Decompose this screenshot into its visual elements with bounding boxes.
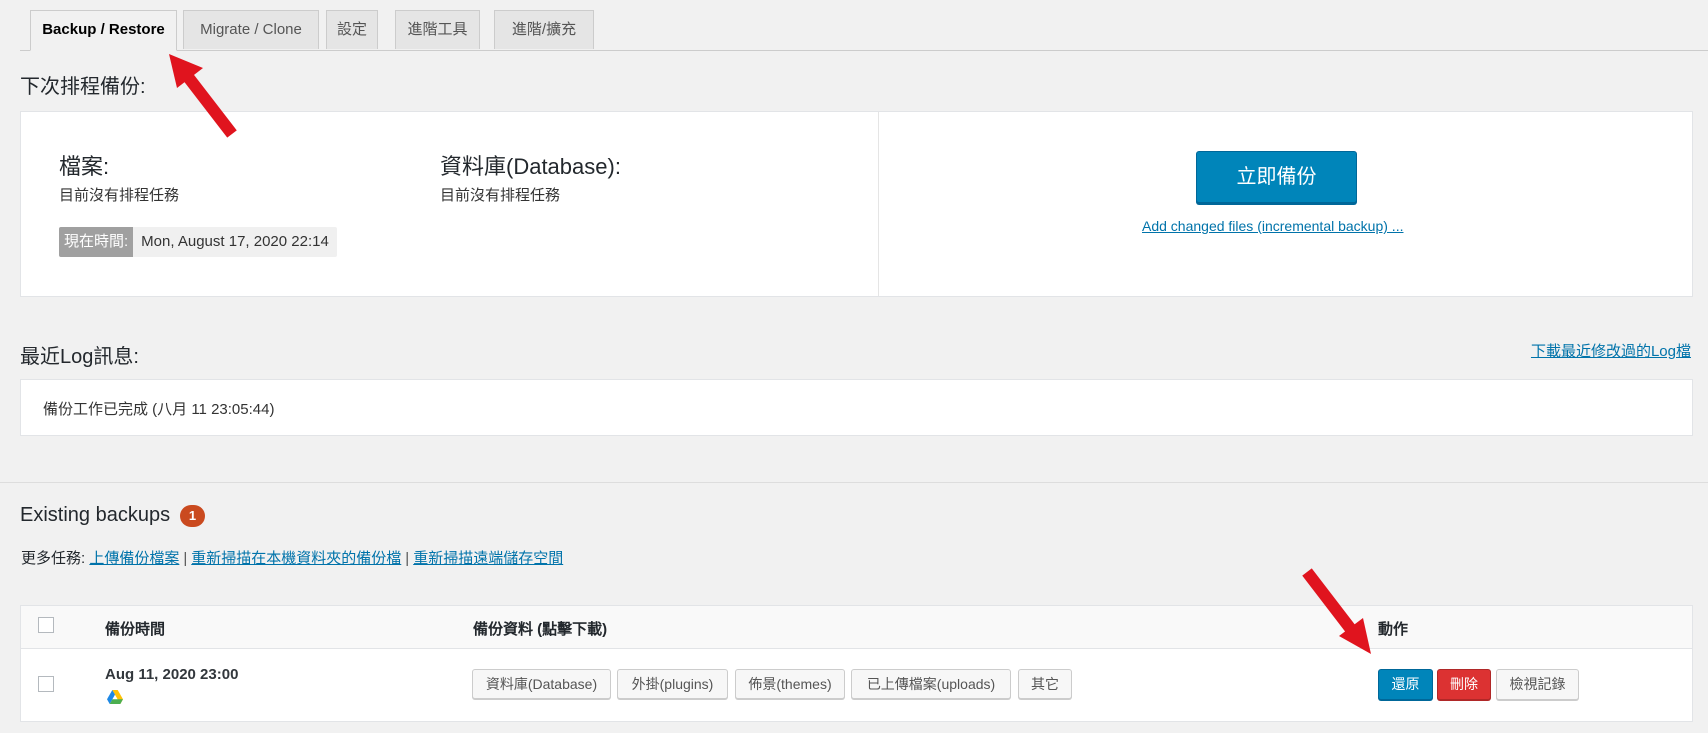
files-status: 目前沒有排程任務: [59, 187, 180, 204]
card-divider: [878, 112, 879, 296]
row-checkbox[interactable]: [38, 676, 54, 692]
google-drive-icon: [107, 690, 123, 704]
log-card: 備份工作已完成 (八月 11 23:05:44): [20, 379, 1693, 436]
log-title: 最近Log訊息:: [20, 346, 139, 368]
restore-button[interactable]: 還原: [1378, 669, 1433, 700]
tab-settings[interactable]: 設定: [326, 10, 378, 49]
tab-backup-restore[interactable]: Backup / Restore: [30, 10, 177, 51]
schedule-title: 下次排程備份:: [20, 76, 146, 98]
backup-count-badge: 1: [180, 505, 205, 527]
database-status: 目前沒有排程任務: [440, 187, 561, 204]
header-backup-data: 備份資料 (點擊下載): [473, 621, 608, 638]
separator: |: [405, 550, 410, 567]
download-themes-chip[interactable]: 佈景(themes): [735, 669, 845, 699]
header-backup-time: 備份時間: [105, 621, 166, 638]
separator: |: [183, 550, 188, 567]
backup-now-button[interactable]: 立即備份: [1196, 151, 1357, 203]
rescan-remote-link[interactable]: 重新掃描遠端儲存空間: [413, 550, 563, 567]
tab-premium-extensions[interactable]: 進階/擴充: [494, 10, 594, 49]
backup-date: Aug 11, 2020 23:00: [105, 666, 239, 683]
database-label: 資料庫(Database):: [440, 154, 621, 179]
current-time-box: 現在時間: Mon, August 17, 2020 22:14: [59, 227, 337, 257]
download-plugins-chip[interactable]: 外掛(plugins): [617, 669, 728, 699]
incremental-backup-link[interactable]: Add changed files (incremental backup) .…: [1142, 218, 1403, 234]
tab-advanced-tools[interactable]: 進階工具: [395, 10, 480, 49]
files-label: 檔案:: [59, 154, 110, 179]
download-log-link[interactable]: 下載最近修改過的Log檔: [1531, 340, 1691, 361]
log-message: 備份工作已完成 (八月 11 23:05:44): [43, 401, 275, 418]
delete-button[interactable]: 刪除: [1437, 669, 1491, 700]
section-divider: [0, 482, 1708, 483]
tab-migrate-clone[interactable]: Migrate / Clone: [183, 10, 319, 49]
header-actions: 動作: [1378, 621, 1409, 638]
download-uploads-chip[interactable]: 已上傳檔案(uploads): [851, 669, 1011, 699]
current-time-label: 現在時間:: [59, 227, 134, 257]
download-others-chip[interactable]: 其它: [1018, 669, 1072, 699]
existing-backups-title: Existing backups: [20, 504, 171, 526]
backups-table: 備份時間 備份資料 (點擊下載) 動作 Aug 11, 2020 23:00 資…: [20, 605, 1693, 722]
select-all-checkbox[interactable]: [38, 617, 54, 633]
current-time-value: Mon, August 17, 2020 22:14: [141, 233, 329, 250]
rescan-local-link[interactable]: 重新掃描在本機資料夾的備份檔: [191, 550, 401, 567]
upload-backup-link[interactable]: 上傳備份檔案: [89, 550, 179, 567]
more-tasks-label: 更多任務:: [21, 550, 86, 567]
more-tasks: 更多任務: 上傳備份檔案 | 重新掃描在本機資料夾的備份檔 | 重新掃描遠端儲存空間: [21, 547, 563, 568]
download-database-chip[interactable]: 資料庫(Database): [472, 669, 611, 699]
view-log-button[interactable]: 檢視記錄: [1496, 669, 1579, 700]
table-header: 備份時間 備份資料 (點擊下載) 動作: [21, 606, 1692, 649]
schedule-card: 檔案: 目前沒有排程任務 資料庫(Database): 目前沒有排程任務 現在時…: [20, 111, 1693, 297]
nav-tabs: Backup / Restore Migrate / Clone 設定 進階工具…: [20, 10, 1708, 51]
